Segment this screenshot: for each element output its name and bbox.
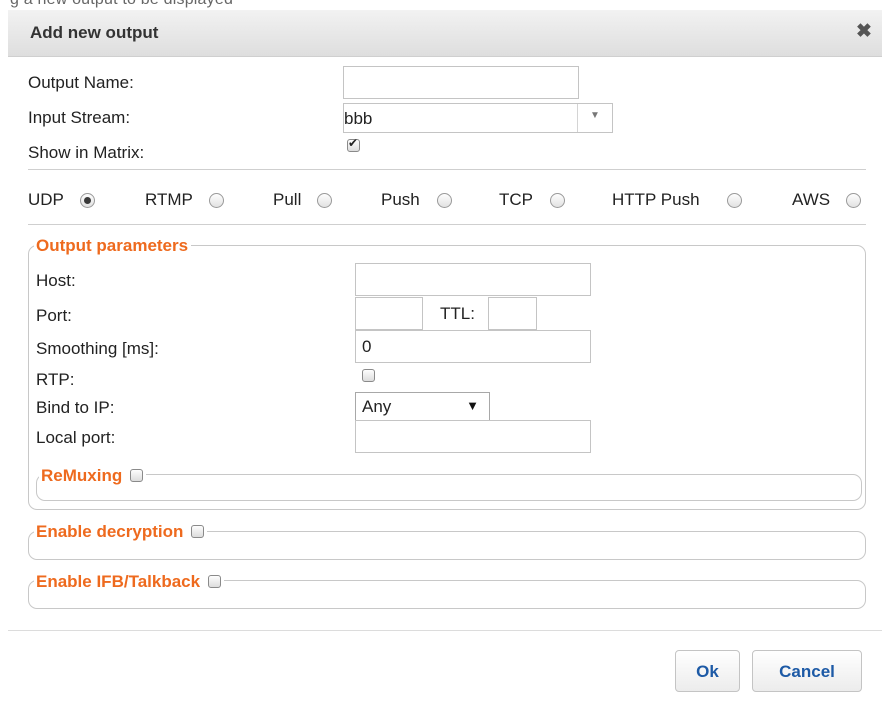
ttl-input[interactable] bbox=[488, 297, 537, 330]
caret-down-icon: ▼ bbox=[466, 398, 479, 413]
remuxing-fieldset bbox=[36, 474, 862, 501]
port-label: Port: bbox=[36, 306, 72, 325]
decryption-legend: Enable decryption bbox=[34, 522, 208, 542]
input-stream-dropdown-toggle[interactable]: ▼ bbox=[577, 104, 612, 132]
remuxing-label: ReMuxing bbox=[41, 466, 123, 485]
close-icon[interactable]: ✖ bbox=[854, 22, 874, 42]
decryption-label: Enable decryption bbox=[36, 522, 184, 541]
output-name-input[interactable] bbox=[343, 66, 579, 99]
divider bbox=[28, 224, 866, 225]
local-port-label: Local port: bbox=[36, 428, 116, 447]
smoothing-label: Smoothing [ms]: bbox=[36, 339, 159, 358]
protocol-radio-pull[interactable] bbox=[317, 193, 332, 208]
caret-down-icon: ▼ bbox=[590, 110, 600, 121]
output-parameters-legend: Output parameters bbox=[34, 236, 192, 256]
protocol-label-aws: AWS bbox=[792, 190, 831, 209]
host-label: Host: bbox=[36, 271, 76, 290]
smoothing-input[interactable] bbox=[355, 330, 591, 363]
decryption-checkbox[interactable] bbox=[191, 525, 205, 538]
divider bbox=[28, 169, 866, 170]
ifb-legend: Enable IFB/Talkback bbox=[34, 572, 225, 592]
output-name-label: Output Name: bbox=[28, 73, 134, 92]
dialog-title: Add new output bbox=[30, 23, 159, 42]
protocol-label-udp: UDP bbox=[28, 190, 64, 209]
show-in-matrix-checkbox[interactable] bbox=[347, 136, 360, 152]
bind-to-ip-select[interactable]: Any ▼ bbox=[355, 392, 490, 422]
port-input[interactable] bbox=[355, 297, 423, 330]
show-in-matrix-label: Show in Matrix: bbox=[28, 143, 145, 162]
rtp-label: RTP: bbox=[36, 370, 75, 389]
protocol-label-push: Push bbox=[381, 190, 420, 209]
rtp-checkbox[interactable] bbox=[362, 369, 375, 382]
ifb-checkbox[interactable] bbox=[208, 575, 222, 588]
ifb-label: Enable IFB/Talkback bbox=[36, 572, 201, 591]
protocol-radio-rtmp[interactable] bbox=[209, 193, 224, 208]
footer-divider bbox=[8, 630, 882, 631]
protocol-radio-http-push[interactable] bbox=[727, 193, 742, 208]
input-stream-value: bbb bbox=[344, 109, 373, 128]
protocol-radio-udp[interactable] bbox=[80, 193, 95, 208]
background-text: g a new output to be displayed bbox=[10, 0, 233, 8]
input-stream-select[interactable]: bbb ▼ bbox=[343, 103, 613, 133]
local-port-input[interactable] bbox=[355, 420, 591, 453]
dialog-title-bar: Add new output ✖ bbox=[8, 10, 882, 57]
protocol-label-rtmp: RTMP bbox=[145, 190, 193, 209]
protocol-radio-aws[interactable] bbox=[846, 193, 861, 208]
background-page-strip: g a new output to be displayed bbox=[0, 0, 882, 8]
protocol-radio-tcp[interactable] bbox=[550, 193, 565, 208]
input-stream-label: Input Stream: bbox=[28, 108, 131, 127]
protocol-label-http-push: HTTP Push bbox=[612, 190, 700, 209]
protocol-label-pull: Pull bbox=[273, 190, 302, 209]
remuxing-legend: ReMuxing bbox=[39, 466, 147, 486]
host-input[interactable] bbox=[355, 263, 591, 296]
protocol-radio-push[interactable] bbox=[437, 193, 452, 208]
protocol-label-tcp: TCP bbox=[499, 190, 533, 209]
ok-button[interactable]: Ok bbox=[675, 650, 740, 692]
remuxing-checkbox[interactable] bbox=[130, 469, 144, 482]
cancel-button[interactable]: Cancel bbox=[752, 650, 862, 692]
ttl-label: TTL: bbox=[440, 304, 475, 323]
bind-to-ip-value: Any bbox=[362, 397, 392, 416]
bind-to-ip-label: Bind to IP: bbox=[36, 398, 115, 417]
